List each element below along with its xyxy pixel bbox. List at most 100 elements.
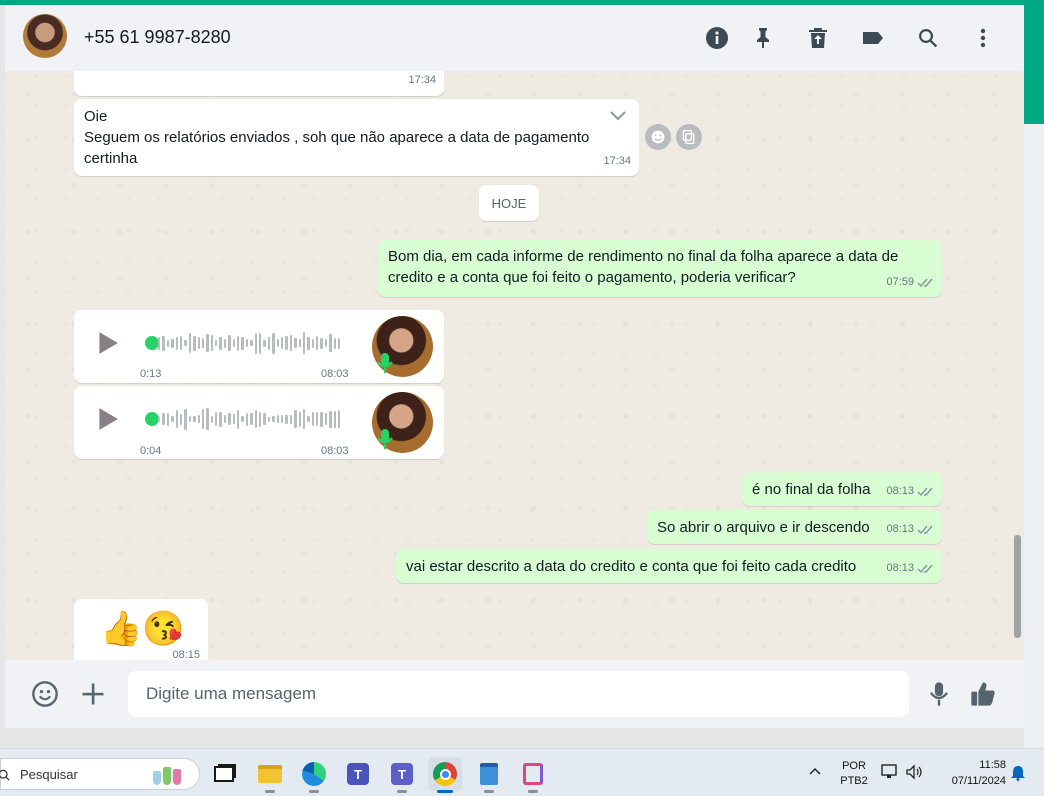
waveform-bar xyxy=(245,339,249,347)
chat-window: +55 61 9987-8280 17:34 Oie Seguem os rel… xyxy=(5,5,1024,728)
waveform-bar xyxy=(298,339,301,347)
keyboard-layout[interactable]: PTB2 xyxy=(838,775,870,787)
voice-message[interactable]: 0:13 08:03 xyxy=(74,310,444,383)
message-text: Oie xyxy=(84,108,108,125)
search-icon[interactable] xyxy=(915,25,941,51)
message-text: certinha xyxy=(84,150,138,167)
clock-date[interactable]: 07/11/2024 xyxy=(938,775,1006,787)
teams-icon[interactable]: T xyxy=(385,757,419,793)
waveform-bar xyxy=(158,336,161,350)
message-time: 17:34 xyxy=(603,155,631,167)
voice-waveform[interactable] xyxy=(158,407,348,431)
pin-icon[interactable] xyxy=(750,25,776,51)
microphone-icon xyxy=(376,428,394,450)
message-time: 08:13 xyxy=(886,523,914,535)
contact-avatar[interactable] xyxy=(23,14,67,58)
waveform-bar xyxy=(289,414,293,424)
waveform-bar xyxy=(201,409,205,429)
task-view-icon[interactable] xyxy=(207,757,241,791)
message-time: 08:03 xyxy=(321,368,349,380)
waveform-bar xyxy=(210,415,214,423)
microphone-icon[interactable] xyxy=(924,679,954,709)
waveform-bar xyxy=(197,337,200,349)
voice-message[interactable]: 0:04 08:03 xyxy=(74,386,444,459)
waveform-bar xyxy=(311,338,315,348)
copy-icon[interactable] xyxy=(676,124,702,150)
waveform-bar xyxy=(276,415,279,423)
message-bubble-outgoing[interactable]: So abrir o arquivo e ir descendo 08:13 xyxy=(647,510,942,544)
message-time: 17:34 xyxy=(408,74,436,86)
message-bubble-outgoing[interactable]: Bom dia, em cada informe de rendimento n… xyxy=(378,240,942,297)
waveform-bar xyxy=(324,413,328,425)
waveform-bar xyxy=(193,416,196,422)
menu-icon[interactable] xyxy=(970,25,996,51)
waveform-bar xyxy=(263,339,266,347)
language-indicator[interactable]: POR xyxy=(838,760,870,772)
search-icon xyxy=(0,769,10,781)
waveform-bar xyxy=(184,408,187,430)
voice-duration: 0:13 xyxy=(140,368,162,380)
label-icon[interactable] xyxy=(860,25,886,51)
taskbar: Pesquisar T T POR PTB2 11:58 07/11/2024 xyxy=(0,748,1044,796)
message-bubble-incoming[interactable]: Oie Seguem os relatórios enviados , soh … xyxy=(74,99,639,176)
day-divider: HOJE xyxy=(479,185,539,221)
taskbar-search[interactable]: Pesquisar xyxy=(0,758,200,790)
message-time: 08:15 xyxy=(172,649,200,660)
waveform-bar xyxy=(311,412,315,426)
emoji-icon[interactable] xyxy=(30,679,60,709)
notification-bell-icon[interactable] xyxy=(1010,765,1026,781)
waveform-bar xyxy=(201,338,205,348)
info-icon[interactable] xyxy=(704,25,730,51)
attach-plus-icon[interactable] xyxy=(78,679,108,709)
composer xyxy=(5,660,1024,728)
waveform-bar xyxy=(276,339,279,347)
thumbs-up-icon[interactable] xyxy=(968,679,998,709)
waveform-bar xyxy=(232,339,236,347)
play-icon[interactable] xyxy=(94,406,120,432)
message-bubble-incoming[interactable]: 👍😘 08:15 xyxy=(74,599,208,660)
message-input[interactable] xyxy=(128,671,909,717)
waveform-bar xyxy=(175,410,178,428)
message-bubble-outgoing[interactable]: vai estar descrito a data do credito e c… xyxy=(396,549,942,583)
waveform-bar xyxy=(188,416,192,422)
voice-progress-handle[interactable] xyxy=(145,336,159,350)
scrollbar-thumb[interactable] xyxy=(1014,535,1021,638)
voice-progress-handle[interactable] xyxy=(145,412,159,426)
network-icon[interactable] xyxy=(881,764,899,780)
play-icon[interactable] xyxy=(94,330,120,356)
waveform-bar xyxy=(184,340,187,346)
chevron-down-icon[interactable] xyxy=(609,107,627,121)
chrome-icon[interactable] xyxy=(428,757,462,793)
notepad-icon[interactable] xyxy=(472,757,506,793)
waveform-bar xyxy=(298,411,301,427)
edge-icon[interactable] xyxy=(297,757,331,793)
waveform-bar xyxy=(179,413,183,425)
waveform-bar xyxy=(210,335,214,351)
waveform-bar xyxy=(166,412,170,426)
message-bubble-incoming[interactable]: 17:34 xyxy=(74,71,444,96)
read-ticks-icon xyxy=(917,277,934,288)
delete-icon[interactable] xyxy=(805,25,831,51)
chevron-up-icon[interactable] xyxy=(808,764,822,778)
voice-waveform[interactable] xyxy=(158,331,348,355)
waveform-bar xyxy=(329,334,332,352)
volume-icon[interactable] xyxy=(905,764,923,780)
waveform-bar xyxy=(338,337,341,349)
waveform-bar xyxy=(316,336,319,350)
waveform-bar xyxy=(228,413,231,425)
waveform-bar xyxy=(289,335,293,351)
snipping-tool-icon[interactable] xyxy=(516,757,550,793)
contact-name[interactable]: +55 61 9987-8280 xyxy=(84,27,231,48)
waveform-bar xyxy=(272,332,275,354)
message-list[interactable]: 17:34 Oie Seguem os relatórios enviados … xyxy=(5,71,1024,660)
emoji-react-icon[interactable] xyxy=(645,124,671,150)
message-bubble-outgoing[interactable]: é no final da folha 08:13 xyxy=(742,472,942,506)
teams-icon[interactable]: T xyxy=(341,757,375,791)
waveform-bar xyxy=(267,416,271,422)
file-explorer-icon[interactable] xyxy=(253,757,287,793)
message-text: Seguem os relatórios enviados , soh que … xyxy=(84,129,590,146)
message-emoji: 👍😘 xyxy=(100,610,185,648)
clock-time[interactable]: 11:58 xyxy=(942,759,1006,771)
chat-header: +55 61 9987-8280 xyxy=(5,5,1024,71)
waveform-bar xyxy=(232,414,236,424)
